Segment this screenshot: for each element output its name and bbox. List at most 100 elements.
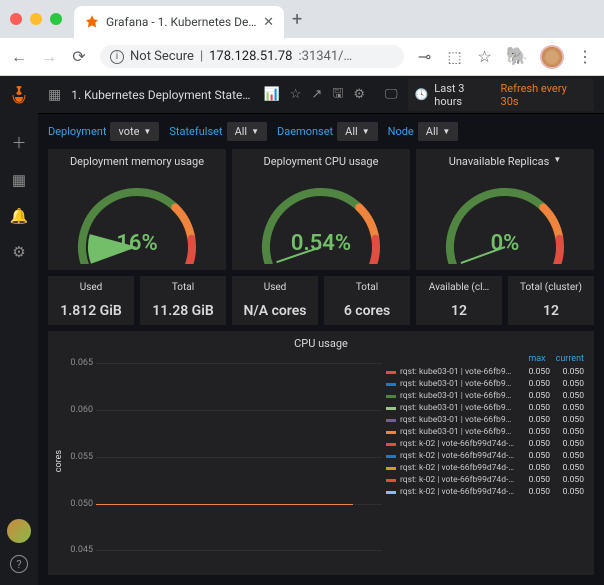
series-current: 0.050 [554, 451, 584, 461]
reload-button[interactable]: ⟳ [70, 48, 88, 66]
filter-label-3: Node [388, 125, 414, 138]
dashboard-title[interactable]: 1. Kubernetes Deployment Statef… [71, 88, 253, 102]
alerting-icon[interactable]: 🔔 [10, 207, 29, 225]
legend-row[interactable]: rqst: kube03-01 | vote-66fb99d74d-hhtkx0… [386, 390, 588, 402]
stat-panel-3[interactable]: Total 6 cores [324, 276, 410, 325]
stat-label: Used [236, 282, 314, 293]
profile-avatar[interactable] [540, 45, 564, 69]
configuration-icon[interactable]: ⚙ [12, 243, 25, 261]
stat-value: 12 [420, 303, 498, 319]
series-max: 0.050 [520, 427, 550, 437]
stat-panel-1[interactable]: Total11.28 GiB [140, 276, 226, 325]
minimize-window[interactable] [30, 13, 42, 25]
filter-label-2: Daemonset [277, 125, 333, 138]
series-max: 0.050 [520, 439, 550, 449]
address-bar[interactable]: i Not Secure | 178.128.51.78:31341/… [100, 45, 404, 68]
gauge-panel-2[interactable]: Unavailable Replicas ▼0% [416, 149, 594, 270]
help-icon[interactable]: ? [10, 555, 28, 573]
series-max: 0.050 [520, 487, 550, 497]
bookmark-star-icon[interactable]: ☆ [476, 48, 494, 66]
legend-row[interactable]: rqst: k-02 | vote-66fb99d74d-tjhwr0.0500… [386, 450, 588, 462]
user-avatar[interactable] [7, 519, 31, 543]
y-axis-label: cores [54, 450, 64, 472]
series-swatch [386, 419, 396, 422]
legend-row[interactable]: rqst: k-02 | vote-66fb99d74d-rhpl90.0500… [386, 462, 588, 474]
site-info-icon[interactable]: i [110, 50, 124, 64]
legend-row[interactable]: rqst: k-02 | vote-66fb99d74d-vp7sd0.0500… [386, 438, 588, 450]
series-swatch [386, 431, 396, 434]
panels-area: Deployment memory usage16%Deployment CPU… [38, 149, 604, 585]
stat-label: Total (cluster) [512, 282, 590, 293]
stat-value: 6 cores [328, 303, 406, 319]
star-dashboard-icon[interactable]: ☆ [290, 87, 302, 102]
filter-value-0[interactable]: vote ▼ [110, 122, 159, 141]
stat-value: N/A cores [236, 303, 314, 319]
cpu-chart[interactable]: cores 0.0450.0500.0550.0600.065 [54, 354, 382, 569]
legend-row[interactable]: rqst: kube03-01 | vote-66fb99d74d-5kxnd0… [386, 426, 588, 438]
grafana-favicon [84, 14, 100, 30]
time-range-label: Last 3 hours [434, 82, 494, 108]
stat-panel-2[interactable]: Used N/A cores [232, 276, 318, 325]
y-tick: 0.055 [70, 452, 96, 462]
filter-value-1[interactable]: All ▼ [227, 122, 267, 141]
forward-button[interactable]: → [40, 48, 58, 66]
dashboards-grid-icon[interactable]: ▦ [48, 87, 61, 103]
legend-row[interactable]: rqst: kube03-01 | vote-66fb99d74d-dc59l 0… [386, 414, 588, 426]
series-current: 0.050 [554, 367, 584, 377]
filter-value-2[interactable]: All ▼ [337, 122, 377, 141]
add-panel-icon[interactable]: 📊 [264, 87, 280, 102]
stat-panel-0[interactable]: Used1.812 GiB [48, 276, 134, 325]
browser-toolbar: ← → ⟳ i Not Secure | 178.128.51.78:31341… [0, 38, 604, 76]
browser-tab[interactable]: Grafana - 1. Kubernetes Deploy… ✕ [74, 6, 284, 38]
settings-gear-icon[interactable]: ⚙ [353, 87, 365, 102]
cycle-view-icon[interactable]: 🖵 [385, 87, 398, 102]
time-range-picker[interactable]: 🕓 Last 3 hours Refresh every 30s [408, 79, 594, 111]
legend-row[interactable]: rqst: k-02 | vote-66fb99d74d-bddhz0.0500… [386, 486, 588, 498]
create-icon[interactable]: ＋ [11, 132, 26, 153]
series-swatch [386, 383, 396, 386]
gauge-panel-0[interactable]: Deployment memory usage16% [48, 149, 226, 270]
legend-row[interactable]: rqst: kube03-01 | vote-66fb99d74d-gr7gs0… [386, 402, 588, 414]
grafana-logo[interactable] [0, 76, 38, 114]
series-max: 0.050 [520, 379, 550, 389]
maximize-window[interactable] [50, 13, 62, 25]
chart-legend[interactable]: max current rqst: kube03-01 | vote-66fb9… [386, 354, 588, 569]
series-name: rqst: k-02 | vote-66fb99d74d-bddhz [400, 487, 516, 497]
gauge-panel-1[interactable]: Deployment CPU usage0.54% [232, 149, 410, 270]
series-name: rqst: kube03-01 | vote-66fb99d74d-dc59l [400, 415, 516, 425]
evernote-extension-icon[interactable]: 🐘 [506, 46, 528, 67]
series-max: 0.050 [520, 391, 550, 401]
browser-tab-bar: Grafana - 1. Kubernetes Deploy… ✕ + [0, 0, 604, 38]
filter-label-1: Statefulset [169, 125, 222, 138]
new-tab-button[interactable]: + [292, 9, 302, 30]
series-current: 0.050 [554, 415, 584, 425]
legend-row[interactable]: rqst: kube03-01 | vote-66fb99d74d-j6wx90… [386, 378, 588, 390]
legend-current-header[interactable]: current [556, 354, 584, 364]
series-swatch [386, 455, 396, 458]
window-controls[interactable] [10, 13, 62, 25]
legend-row[interactable]: rqst: k-02 | vote-66fb99d74d-p44l40.0500… [386, 474, 588, 486]
share-icon[interactable]: ↗ [311, 87, 322, 102]
filter-value-3[interactable]: All ▼ [418, 122, 458, 141]
series-current: 0.050 [554, 463, 584, 473]
legend-max-header[interactable]: max [528, 354, 545, 364]
key-icon[interactable]: ⊸ [416, 48, 434, 66]
browser-menu-icon[interactable]: ⋮ [576, 48, 594, 66]
save-icon[interactable]: 🖫 [332, 84, 343, 106]
y-tick: 0.045 [70, 545, 96, 555]
legend-row[interactable]: rqst: kube03-01 | vote-66fb99d74d-n2kt90… [386, 366, 588, 378]
close-tab-icon[interactable]: ✕ [263, 15, 274, 30]
search-icon[interactable]: ⬚ [446, 48, 464, 66]
y-tick: 0.060 [70, 405, 96, 415]
close-window[interactable] [10, 13, 22, 25]
tab-title: Grafana - 1. Kubernetes Deploy… [106, 15, 257, 29]
dashboards-icon[interactable]: ▦ [12, 171, 26, 189]
stat-value: 1.812 GiB [52, 303, 130, 319]
url-host: 178.128.51.78 [209, 49, 292, 64]
stat-label: Total [328, 282, 406, 293]
stat-panel-4[interactable]: Available (cl…12 [416, 276, 502, 325]
panel-title[interactable]: CPU usage [54, 337, 588, 350]
stat-panel-5[interactable]: Total (cluster)12 [508, 276, 594, 325]
back-button[interactable]: ← [10, 48, 28, 66]
stat-value: 11.28 GiB [144, 303, 222, 319]
